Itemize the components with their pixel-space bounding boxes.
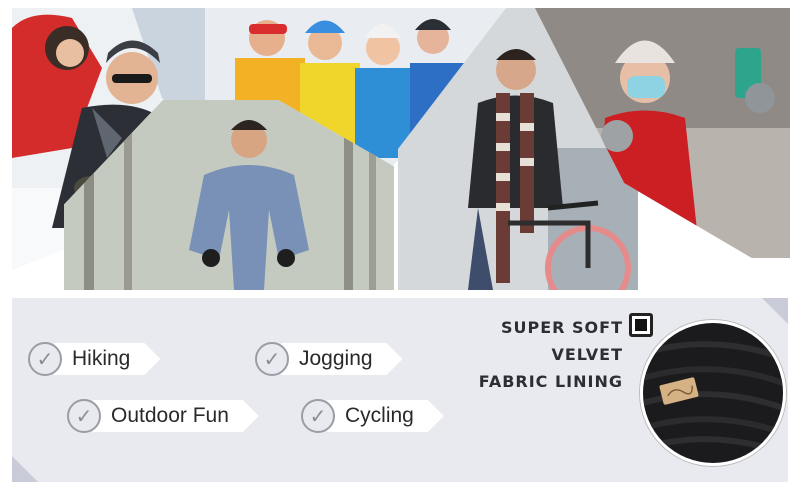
activity-label: Cycling bbox=[327, 400, 444, 432]
activity-label: Hiking bbox=[54, 343, 160, 375]
activity-jogging: ✓ Jogging bbox=[255, 342, 403, 376]
activity-outdoor-fun: ✓ Outdoor Fun bbox=[67, 399, 259, 433]
photo-collage bbox=[0, 0, 800, 292]
feature-text: SUPER SOFT VELVET FABRIC LINING bbox=[479, 314, 623, 395]
feature-line-3: FABRIC LINING bbox=[478, 372, 623, 391]
fabric-closeup-image bbox=[640, 320, 786, 466]
check-circle-icon: ✓ bbox=[255, 342, 289, 376]
check-circle-icon: ✓ bbox=[28, 342, 62, 376]
activity-label: Jogging bbox=[281, 343, 403, 375]
black-square-icon bbox=[629, 313, 653, 337]
feature-line-1: SUPER SOFT bbox=[500, 318, 623, 337]
corner-decoration bbox=[762, 298, 788, 324]
check-circle-icon: ✓ bbox=[301, 399, 335, 433]
activity-cycling: ✓ Cycling bbox=[301, 399, 444, 433]
feature-line-2: VELVET bbox=[551, 345, 623, 364]
activity-hiking: ✓ Hiking bbox=[28, 342, 160, 376]
features-panel: ✓ Hiking ✓ Jogging ✓ Outdoor Fun ✓ Cycli… bbox=[12, 298, 788, 482]
check-circle-icon: ✓ bbox=[67, 399, 101, 433]
corner-decoration bbox=[12, 456, 38, 482]
activity-label: Outdoor Fun bbox=[93, 400, 259, 432]
